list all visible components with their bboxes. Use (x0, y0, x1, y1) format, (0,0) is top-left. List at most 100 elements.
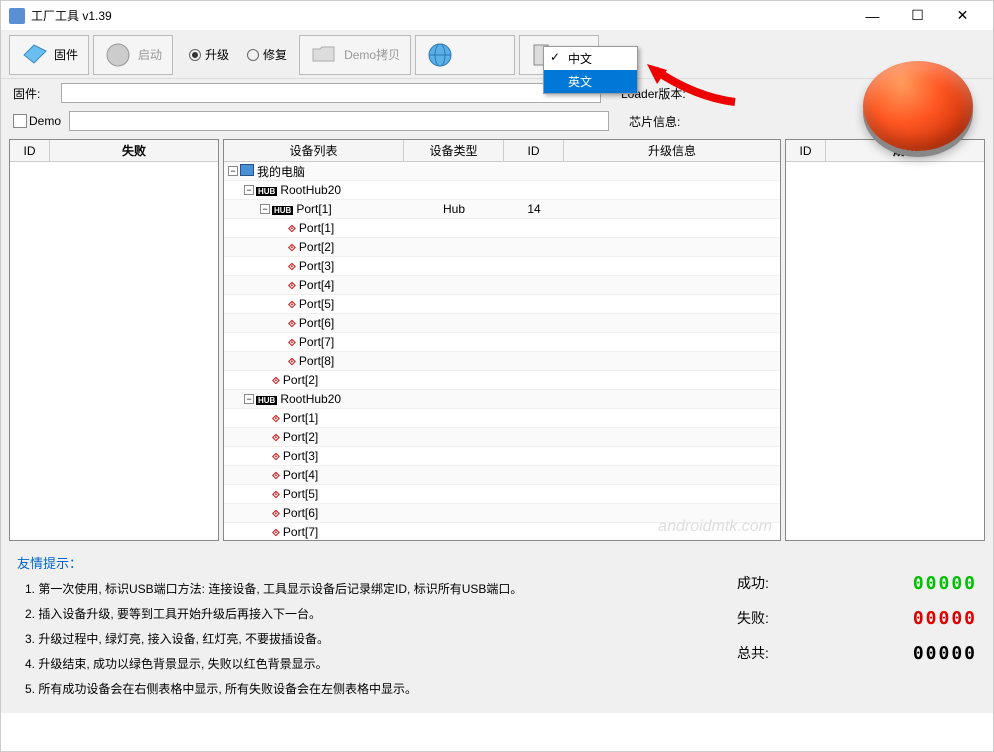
tip-2: 2. 插入设备升级, 要等到工具开始升级后再接入下一台。 (25, 605, 737, 622)
tree-row[interactable]: ⟐Port[7] (224, 333, 780, 352)
tips-section: 友情提示： 1. 第一次使用, 标识USB端口方法: 连接设备, 工具显示设备后… (17, 553, 737, 705)
tree-node-icon: ⟐ (272, 430, 280, 444)
fail-body (10, 162, 218, 540)
language-dropdown: ✓ 中文 英文 (543, 46, 638, 94)
firmware-label: 固件 (54, 46, 78, 63)
tree-node-icon: ⟐ (288, 240, 296, 254)
language-button[interactable] (415, 35, 515, 75)
tree-row[interactable]: ⟐Port[6] (224, 314, 780, 333)
tree-row[interactable]: −HUBRootHub20 (224, 181, 780, 200)
tree-toggle-icon[interactable]: − (260, 204, 270, 214)
tree-node-icon: ⟐ (288, 221, 296, 235)
tree-node-icon (240, 164, 254, 179)
language-chinese-item[interactable]: ✓ 中文 (544, 47, 637, 70)
tree-node-icon: ⟐ (288, 278, 296, 292)
tip-4: 4. 升级结束, 成功以绿色背景显示, 失败以红色背景显示。 (25, 655, 737, 672)
tree-node-icon: ⟐ (272, 468, 280, 482)
success-body (786, 162, 984, 540)
tree-row[interactable]: ⟐Port[3] (224, 257, 780, 276)
demo-copy-button[interactable]: Demo拷贝 (299, 35, 411, 75)
tree-node-icon: HUB (272, 202, 293, 216)
big-red-button[interactable] (863, 61, 983, 161)
tree-toggle-icon[interactable]: − (244, 394, 254, 404)
titlebar: 工厂工具 v1.39 — ☐ ✕ (1, 1, 993, 31)
tree-node-icon: ⟐ (272, 506, 280, 520)
demo-row: Demo 芯片信息: (1, 107, 993, 135)
tree-toggle-icon[interactable]: − (228, 166, 238, 176)
device-tree[interactable]: −我的电脑−HUBRootHub20−HUBPort[1]Hub14⟐Port[… (224, 162, 780, 540)
demo-checkbox[interactable]: Demo (13, 114, 61, 129)
tree-row[interactable]: ⟐Port[4] (224, 276, 780, 295)
tree-node-icon: ⟐ (272, 449, 280, 463)
devtype-header[interactable]: 设备类型 (404, 140, 504, 161)
tree-row[interactable]: −我的电脑 (224, 162, 780, 181)
stat-total-row: 总共: 00000 (737, 643, 977, 664)
tree-node-icon: ⟐ (272, 487, 280, 501)
firmware-row: 固件: Loader版本: (1, 79, 993, 107)
main-window: 工厂工具 v1.39 — ☐ ✕ 固件 启动 升级 修复 Demo拷贝 退出 (0, 0, 994, 752)
demo-copy-label: Demo拷贝 (344, 46, 400, 63)
tree-node-icon: ⟐ (288, 335, 296, 349)
devlist-header[interactable]: 设备列表 (224, 140, 404, 161)
firmware-icon (20, 41, 48, 69)
mode-radio-group: 升级 修复 (189, 46, 287, 63)
bottom-area: 友情提示： 1. 第一次使用, 标识USB端口方法: 连接设备, 工具显示设备后… (1, 545, 993, 713)
radio-selected-icon (189, 49, 201, 61)
tree-node-icon: ⟐ (288, 259, 296, 273)
radio-icon (247, 49, 259, 61)
tree-node-icon: HUB (256, 392, 277, 406)
chip-label: 芯片信息: (629, 113, 680, 130)
upgrade-radio[interactable]: 升级 (189, 46, 229, 63)
globe-icon (426, 41, 454, 69)
tree-row[interactable]: −HUBRootHub20 (224, 390, 780, 409)
window-title: 工厂工具 v1.39 (31, 7, 850, 24)
fail-panel: ID 失败 (9, 139, 219, 541)
tree-row[interactable]: ⟐Port[5] (224, 485, 780, 504)
tree-row[interactable]: ⟐Port[4] (224, 466, 780, 485)
tip-1: 1. 第一次使用, 标识USB端口方法: 连接设备, 工具显示设备后记录绑定ID… (25, 580, 737, 597)
language-english-item[interactable]: 英文 (544, 70, 637, 93)
tree-node-icon: ⟐ (288, 354, 296, 368)
device-panel: 设备列表 设备类型 ID 升级信息 −我的电脑−HUBRootHub20−HUB… (223, 139, 781, 541)
tips-title: 友情提示： (17, 553, 737, 572)
close-button[interactable]: ✕ (940, 1, 985, 31)
tree-row[interactable]: ⟐Port[1] (224, 219, 780, 238)
tree-toggle-icon[interactable]: − (244, 185, 254, 195)
tree-node-icon: ⟐ (272, 411, 280, 425)
tree-row[interactable]: ⟐Port[2] (224, 371, 780, 390)
tree-row[interactable]: ⟐Port[5] (224, 295, 780, 314)
tree-row[interactable]: ⟐Port[3] (224, 447, 780, 466)
tree-row[interactable]: ⟐Port[2] (224, 238, 780, 257)
tree-row[interactable]: ⟐Port[8] (224, 352, 780, 371)
success-id-header[interactable]: ID (786, 140, 826, 161)
tip-3: 3. 升级过程中, 绿灯亮, 接入设备, 红灯亮, 不要拔插设备。 (25, 630, 737, 647)
stat-fail-value: 00000 (913, 608, 977, 629)
upgrade-info-header[interactable]: 升级信息 (564, 140, 780, 161)
tree-node-icon: ⟐ (288, 297, 296, 311)
app-icon (9, 8, 25, 24)
tip-5: 5. 所有成功设备会在右侧表格中显示, 所有失败设备会在左侧表格中显示。 (25, 680, 737, 697)
start-icon (104, 41, 132, 69)
minimize-button[interactable]: — (850, 1, 895, 31)
firmware-button[interactable]: 固件 (9, 35, 89, 75)
firmware-input[interactable] (61, 83, 601, 103)
demo-input[interactable] (69, 111, 609, 131)
fail-header[interactable]: 失败 (50, 140, 218, 161)
tree-row[interactable]: ⟐Port[2] (224, 428, 780, 447)
watermark: androidmtk.com (658, 518, 772, 536)
devid-header[interactable]: ID (504, 140, 564, 161)
stat-total-value: 00000 (913, 643, 977, 664)
tree-node-icon: ⟐ (288, 316, 296, 330)
toolbar: 固件 启动 升级 修复 Demo拷贝 退出 (1, 31, 993, 79)
stat-success-value: 00000 (913, 573, 977, 594)
tree-row[interactable]: −HUBPort[1]Hub14 (224, 200, 780, 219)
repair-radio[interactable]: 修复 (247, 46, 287, 63)
maximize-button[interactable]: ☐ (895, 1, 940, 31)
tree-node-icon: ⟐ (272, 525, 280, 539)
middle-area: ID 失败 设备列表 设备类型 ID 升级信息 −我的电脑−HUBRootHub… (1, 135, 993, 545)
fail-id-header[interactable]: ID (10, 140, 50, 161)
start-label: 启动 (138, 46, 162, 63)
tree-row[interactable]: ⟐Port[1] (224, 409, 780, 428)
start-button[interactable]: 启动 (93, 35, 173, 75)
folder-icon (310, 41, 338, 69)
